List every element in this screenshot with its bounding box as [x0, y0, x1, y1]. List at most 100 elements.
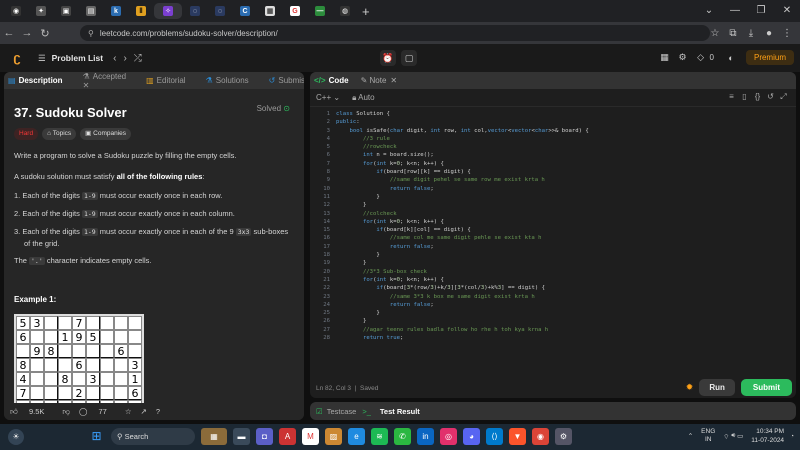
browser-tab[interactable]: ◍	[333, 3, 357, 19]
browser-tab[interactable]: ▣	[54, 3, 78, 19]
extensions-icon[interactable]: ⧉	[724, 28, 742, 39]
menu-kebab-icon[interactable]: ⋮	[778, 28, 796, 39]
bookmark-icon[interactable]: ▯	[738, 92, 751, 102]
whatsapp-icon[interactable]: ✆	[394, 428, 411, 445]
companies-chip[interactable]: ▣ Companies	[80, 128, 132, 140]
format-icon[interactable]: ≡	[725, 92, 738, 102]
browser-tab[interactable]: ✦	[29, 3, 53, 19]
help-icon[interactable]: ?	[156, 407, 160, 416]
auto-toggle[interactable]: 🔒︎ Auto	[352, 93, 375, 103]
brave-icon[interactable]: ▼	[509, 428, 526, 445]
next-problem-icon[interactable]: ›	[123, 53, 133, 64]
braces-icon[interactable]: {}	[751, 92, 764, 102]
tab-submissions[interactable]: ↺Submissions	[269, 76, 304, 85]
browser-tab[interactable]: ◌	[183, 3, 207, 19]
teams-icon[interactable]: ◘	[256, 428, 273, 445]
browser-tab[interactable]: —	[308, 3, 332, 19]
browser-tab[interactable]: ◉	[4, 3, 28, 19]
problem-list-button[interactable]: ☰ Problem List	[38, 53, 103, 64]
vscode-icon[interactable]: ⟨⟩	[486, 428, 503, 445]
tab-editorial[interactable]: ▥ Editorial	[146, 76, 195, 85]
user-avatar-icon[interactable]: ◐	[722, 53, 740, 63]
news-icon[interactable]: ▦	[201, 428, 227, 445]
debug-spark-icon[interactable]: ✹	[686, 382, 694, 393]
discord-icon[interactable]: ◕	[463, 428, 480, 445]
like-button[interactable]: 👍︎ 9.5K	[10, 407, 53, 417]
profile-avatar-icon[interactable]: ●	[760, 28, 778, 39]
chrome-icon[interactable]: ◉	[532, 428, 549, 445]
browser-tab[interactable]: G	[283, 3, 307, 19]
shuffle-icon[interactable]: ⤮	[134, 53, 149, 64]
forward-icon[interactable]: →	[18, 27, 36, 39]
edge-icon[interactable]: e	[348, 428, 365, 445]
close-icon[interactable]: ✕	[774, 0, 800, 22]
topics-chip[interactable]: ⌂ Topics	[42, 128, 77, 140]
tab-testcase[interactable]: Testcase	[327, 407, 357, 416]
browser-tab[interactable]: k	[104, 3, 128, 19]
back-icon[interactable]: ←	[0, 27, 18, 39]
restore-icon[interactable]: ❐	[748, 0, 774, 22]
app-icon[interactable]: ▨	[325, 428, 342, 445]
tray-chevron-icon[interactable]: ⌃	[688, 432, 693, 440]
language-select[interactable]: C++ ⌄	[316, 93, 340, 102]
dislike-icon[interactable]: 👎︎	[62, 407, 70, 417]
tab-code[interactable]: </> Code	[314, 76, 349, 85]
language-indicator[interactable]: ENG IN	[701, 428, 715, 444]
browser-tab[interactable]: ◌	[208, 3, 232, 19]
browser-tab[interactable]: ▦	[258, 3, 282, 19]
browser-tab[interactable]: ‖	[129, 3, 153, 19]
wifi-icon[interactable]: ⌔	[723, 432, 729, 441]
leetcode-logo-icon[interactable]: ʗ	[8, 49, 26, 67]
tab-test-result[interactable]: Test Result	[380, 407, 420, 416]
spotify-icon[interactable]: ≋	[371, 428, 388, 445]
sudoku-cell	[58, 344, 72, 358]
close-tab-icon[interactable]: ✕	[83, 81, 90, 90]
browser-tab-active[interactable]: ✧	[154, 3, 182, 19]
comments-button[interactable]: ◯ 77	[79, 407, 116, 416]
prev-problem-icon[interactable]: ‹	[113, 53, 123, 64]
tab-solutions[interactable]: ⚗ Solutions	[206, 76, 259, 85]
streak-fire-icon[interactable]: ◇	[692, 52, 710, 63]
submit-button[interactable]: Submit	[740, 378, 792, 396]
widgets-icon[interactable]: ☀	[8, 429, 24, 445]
notification-icon[interactable]: ◔	[790, 433, 794, 440]
tab-accepted[interactable]: ⚗ Accepted ✕	[83, 72, 137, 90]
battery-icon[interactable]: ▭	[737, 432, 743, 440]
lock-icon: 🔒︎	[352, 92, 357, 102]
note-icon[interactable]: ▢	[401, 50, 417, 66]
fullscreen-icon[interactable]: ⤢	[777, 92, 790, 102]
reload-icon[interactable]: ↻	[36, 27, 54, 40]
new-tab-icon[interactable]: +	[362, 4, 370, 19]
tab-search-icon[interactable]: ⌄	[696, 0, 722, 22]
windows-start-icon[interactable]: ⊞	[88, 428, 105, 445]
acrobat-icon[interactable]: A	[279, 428, 296, 445]
site-info-icon[interactable]: ⚲	[88, 29, 94, 38]
volume-icon[interactable]: 🔊︎	[731, 432, 735, 440]
tab-description[interactable]: ▤ Description	[8, 76, 73, 85]
download-icon[interactable]: ⤓	[742, 28, 760, 39]
linkedin-icon[interactable]: in	[417, 428, 434, 445]
alarm-icon[interactable]: ⏰	[380, 50, 396, 66]
settings-icon[interactable]: ⚙	[555, 428, 572, 445]
url-input[interactable]: ⚲ leetcode.com/problems/sudoku-solver/de…	[80, 25, 710, 41]
layout-grid-icon[interactable]: ▦	[656, 52, 674, 63]
run-button[interactable]: Run	[699, 378, 735, 396]
close-tab-icon[interactable]: ✕	[390, 76, 397, 85]
premium-button[interactable]: Premium	[745, 50, 794, 65]
settings-gear-icon[interactable]: ⚙	[674, 52, 692, 63]
tab-note[interactable]: ✎ Note ✕	[361, 76, 398, 85]
instagram-icon[interactable]: ◎	[440, 428, 457, 445]
share-icon[interactable]: ↗	[141, 407, 147, 416]
code-editor[interactable]: 1 class Solution {2 public: 3 bool isSafe(c…	[310, 110, 796, 382]
taskbar-search[interactable]: ⚲ Search	[111, 428, 195, 445]
favorite-star-icon[interactable]: ☆	[125, 407, 132, 416]
browser-tab[interactable]: ▤	[79, 3, 103, 19]
minimize-icon[interactable]: —	[722, 0, 748, 22]
browser-tab[interactable]: C	[233, 3, 257, 19]
gmail-icon[interactable]: M	[302, 428, 319, 445]
reset-icon[interactable]: ↺	[764, 92, 777, 102]
bookmark-star-icon[interactable]: ☆	[706, 28, 724, 39]
clock[interactable]: 10:34 PM 11-07-2024	[751, 427, 784, 445]
problem-title[interactable]: 37. Sudoku Solver	[14, 105, 294, 120]
file-explorer-icon[interactable]: ▬	[233, 428, 250, 445]
